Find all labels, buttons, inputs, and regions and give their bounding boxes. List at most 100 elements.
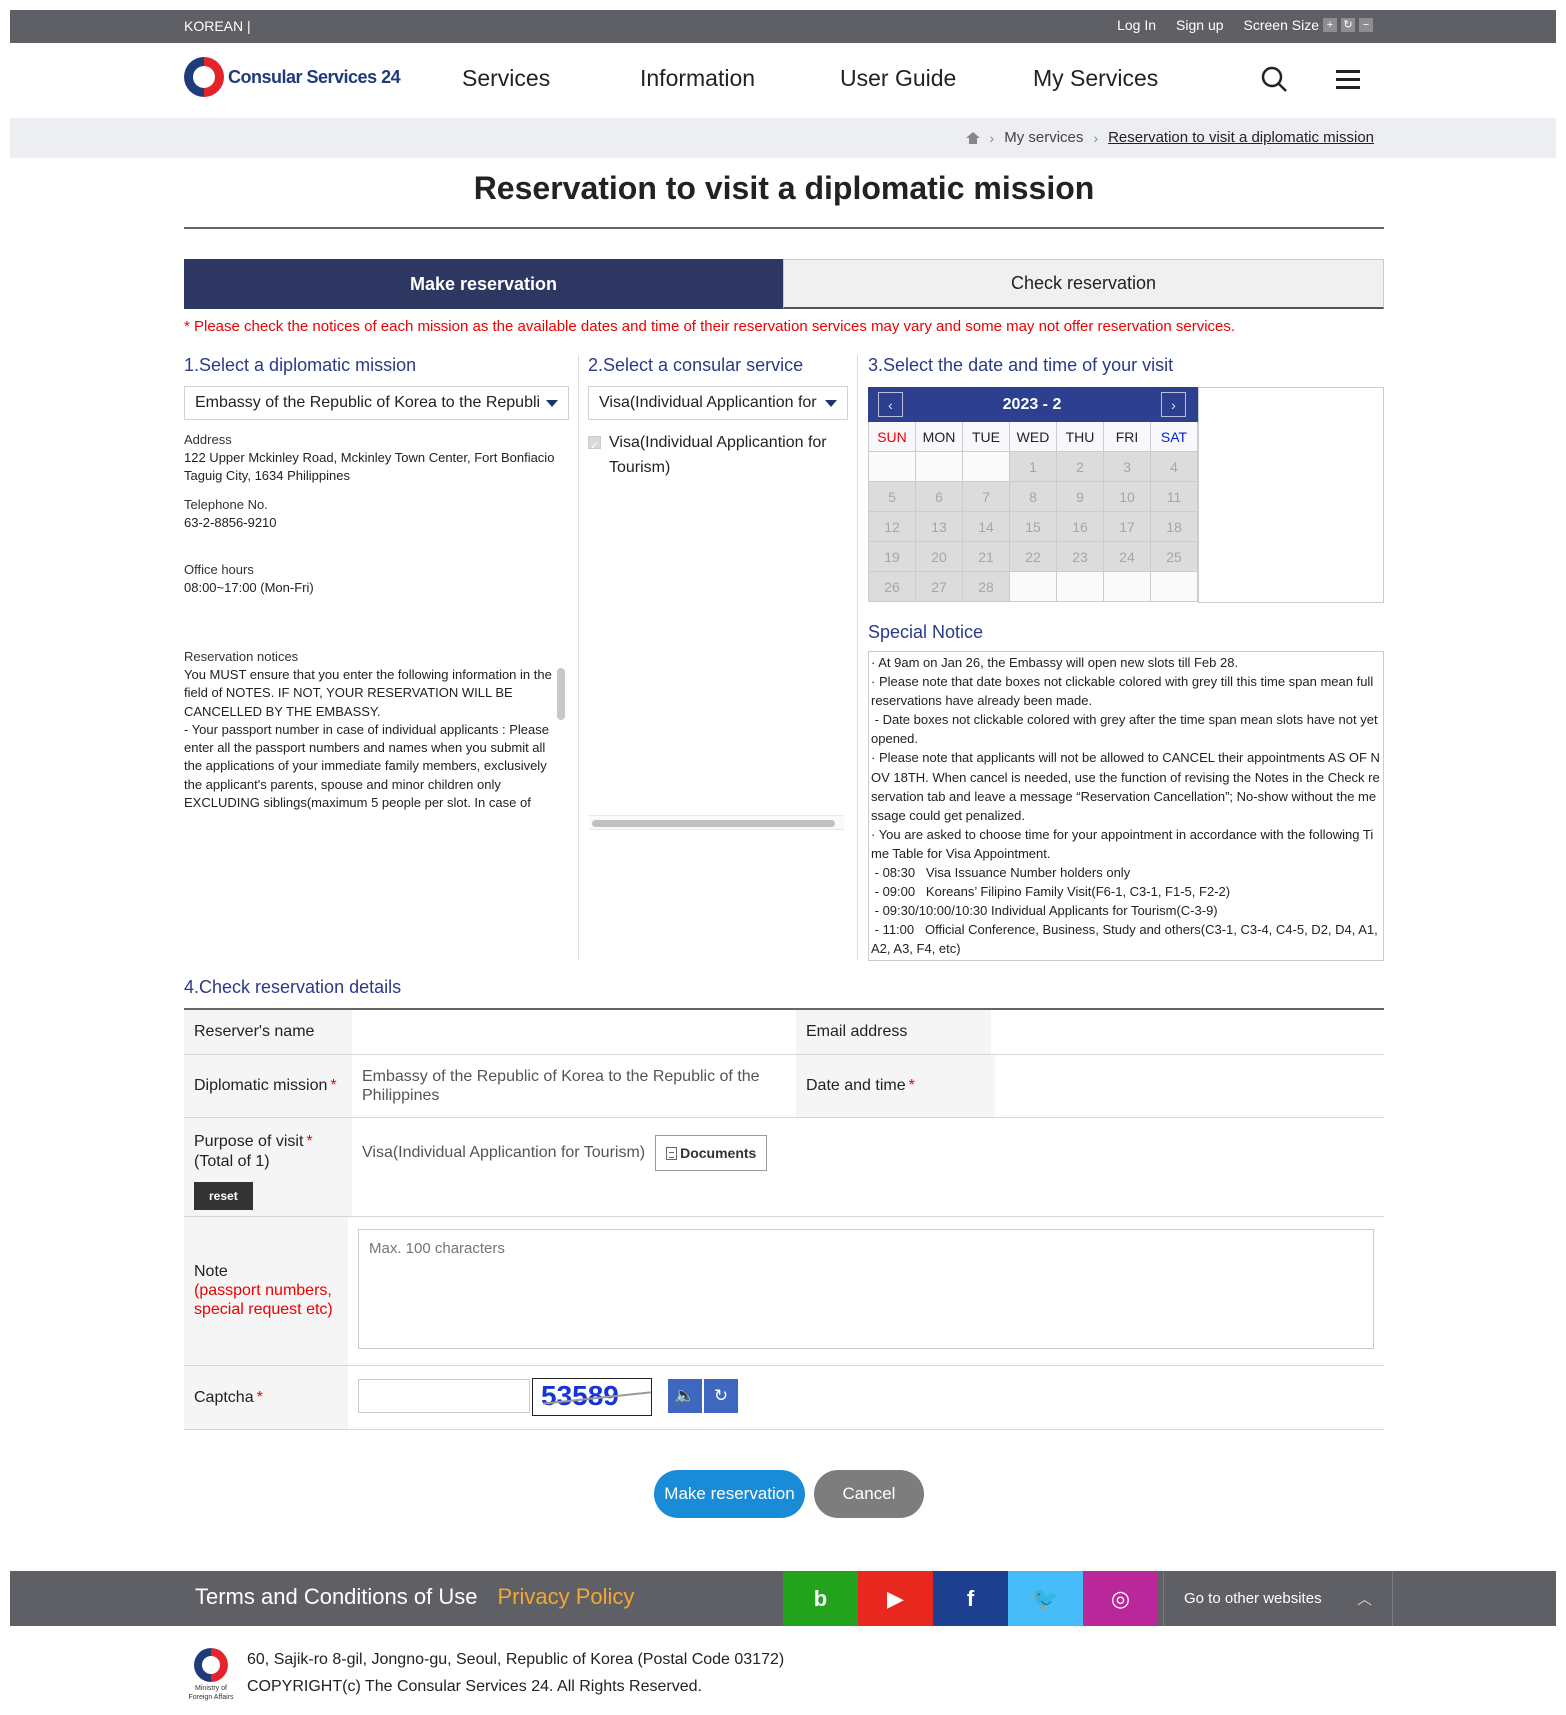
nav-user-guide[interactable]: User Guide	[840, 65, 1033, 92]
documents-button[interactable]: Documents	[655, 1135, 768, 1171]
other-websites-dropdown[interactable]: Go to other websites ︿	[1163, 1571, 1393, 1626]
search-icon[interactable]	[1260, 65, 1288, 93]
calendar-empty-cell	[963, 452, 1010, 482]
weekday-header: FRI	[1104, 422, 1151, 452]
chevron-right-icon: ›	[1093, 129, 1099, 146]
reserver-value	[352, 1010, 780, 1054]
address-label: Address	[184, 432, 232, 447]
weekday-header: TUE	[963, 422, 1010, 452]
calendar-day: 12	[869, 512, 916, 542]
special-notice-box: · At 9am on Jan 26, the Embassy will ope…	[868, 651, 1384, 961]
signup-link[interactable]: Sign up	[1176, 17, 1223, 33]
mission-row: Diplomatic mission * Embassy of the Repub…	[184, 1055, 1384, 1118]
instagram-icon[interactable]: ◎	[1083, 1571, 1158, 1626]
service-horizontal-scrollbar[interactable]	[589, 815, 844, 830]
scrollbar-thumb[interactable]	[592, 820, 835, 827]
cancel-button[interactable]: Cancel	[814, 1470, 924, 1518]
social-links: b ▶ f 🐦 ◎	[783, 1571, 1158, 1626]
captcha-refresh-button[interactable]: ↻	[704, 1379, 738, 1413]
breadcrumb: › My services › Reservation to visit a d…	[965, 129, 1374, 146]
twitter-icon[interactable]: 🐦	[1008, 1571, 1083, 1626]
terms-link[interactable]: Terms and Conditions of Use	[195, 1584, 477, 1610]
calendar-day: 5	[869, 482, 916, 512]
site-footer: Terms and Conditions of Use Privacy Poli…	[10, 1571, 1556, 1626]
reservation-tabs: Make reservation Check reservation	[184, 259, 1384, 309]
privacy-policy-link[interactable]: Privacy Policy	[497, 1584, 634, 1610]
tab-make-reservation[interactable]: Make reservation	[184, 259, 783, 309]
special-notice-line: - Date boxes not clickable colored with …	[871, 712, 1382, 747]
home-icon[interactable]	[965, 131, 980, 144]
breadcrumb-my-services[interactable]: My services	[1004, 129, 1083, 146]
notices-scrollbar[interactable]	[557, 668, 565, 720]
mission-select[interactable]: Embassy of the Republic of Korea to the …	[184, 386, 569, 420]
hamburger-menu-icon[interactable]	[1336, 70, 1360, 90]
captcha-input[interactable]	[358, 1379, 530, 1413]
chevron-right-icon: ›	[989, 129, 995, 146]
tab-check-reservation[interactable]: Check reservation	[783, 259, 1384, 309]
note-textarea[interactable]	[358, 1229, 1374, 1349]
phone-value: 63-2-8856-9210	[184, 515, 277, 530]
make-reservation-button[interactable]: Make reservation	[654, 1470, 805, 1518]
blog-icon[interactable]: b	[783, 1571, 858, 1626]
facebook-icon[interactable]: f	[933, 1571, 1008, 1626]
calendar-month-label: 2023 - 2	[1002, 395, 1062, 413]
zoom-out-button[interactable]: −	[1359, 18, 1373, 32]
email-value	[991, 1010, 1384, 1054]
calendar-day: 7	[963, 482, 1010, 512]
footer-copyright: COPYRIGHT(c) The Consular Services 24. A…	[247, 1678, 702, 1695]
note-hint: (passport numbers, special request etc)	[194, 1282, 333, 1318]
zoom-reset-button[interactable]: ↻	[1341, 18, 1355, 32]
prev-month-button[interactable]: ‹	[878, 392, 903, 417]
utility-bar: KOREAN | Log In Sign up Screen Size + ↻ …	[10, 10, 1556, 43]
special-notice-heading: Special Notice	[868, 622, 984, 642]
special-notice-line: - 11:00 Official Conference, Business, S…	[871, 922, 1381, 957]
notices-text: You MUST ensure that you enter the follo…	[184, 667, 552, 811]
purpose-value: Visa(Individual Applicantion for Tourism…	[362, 1144, 646, 1161]
screen-size-label: Screen Size	[1243, 17, 1319, 33]
other-websites-label: Go to other websites	[1184, 1590, 1322, 1607]
nav-information[interactable]: Information	[640, 65, 840, 92]
footer-info: Ministry of Foreign Affairs 60, Sajik-ro…	[185, 1648, 784, 1702]
calendar-day: 8	[1010, 482, 1057, 512]
caret-down-icon	[546, 399, 558, 407]
calendar-empty-cell	[1057, 572, 1104, 602]
reset-button[interactable]: reset	[194, 1182, 253, 1210]
calendar-day: 13	[916, 512, 963, 542]
step3-section: 3.Select the date and time of your visit…	[868, 355, 1384, 961]
taegeuk-logo-icon	[194, 1648, 228, 1682]
site-logo[interactable]: Consular Services 24	[184, 57, 401, 97]
captcha-image: 53589	[532, 1378, 652, 1416]
breadcrumb-current[interactable]: Reservation to visit a diplomatic missio…	[1108, 129, 1374, 146]
next-month-button[interactable]: ›	[1161, 392, 1186, 417]
column-divider	[857, 355, 858, 960]
note-row: Note (passport numbers, special request …	[184, 1217, 1384, 1366]
nav-services[interactable]: Services	[462, 65, 640, 92]
special-notice-line: · At 9am on Jan 26, the Embassy will ope…	[871, 655, 1239, 670]
login-link[interactable]: Log In	[1117, 17, 1156, 33]
nav-my-services[interactable]: My Services	[1033, 65, 1233, 92]
service-checkbox-item[interactable]: Visa(Individual Applicantion for Tourism…	[588, 430, 848, 480]
calendar-day: 28	[963, 572, 1010, 602]
service-select[interactable]: Visa(Individual Applicantion for Tourism…	[588, 386, 848, 420]
zoom-in-button[interactable]: +	[1323, 18, 1337, 32]
reservation-notices[interactable]: You MUST ensure that you enter the follo…	[184, 666, 569, 812]
calendar-day: 22	[1010, 542, 1057, 572]
calendar-day: 9	[1057, 482, 1104, 512]
hours-value: 08:00~17:00 (Mon-Fri)	[184, 580, 314, 595]
footer-text: 60, Sajik-ro 8-gil, Jongno-gu, Seoul, Re…	[247, 1646, 784, 1702]
screen-size-control: Screen Size + ↻ −	[1244, 17, 1373, 33]
datetime-label: Date and time *	[796, 1055, 995, 1117]
step1-heading: 1.Select a diplomatic mission	[184, 355, 417, 375]
document-icon	[666, 1146, 678, 1160]
step3-heading: 3.Select the date and time of your visit	[868, 355, 1174, 375]
special-notice-line: - 09:30/10:00/10:30 Individual Applicant…	[871, 903, 1218, 919]
calendar-day: 11	[1151, 482, 1198, 512]
captcha-audio-button[interactable]: 🔈	[668, 1379, 702, 1413]
captcha-label: Captcha *	[184, 1366, 348, 1429]
language-link[interactable]: KOREAN |	[184, 18, 251, 34]
youtube-icon[interactable]: ▶	[858, 1571, 933, 1626]
checkbox-checked-icon[interactable]	[588, 434, 601, 459]
calendar-day: 6	[916, 482, 963, 512]
calendar-empty-cell	[1010, 572, 1057, 602]
calendar: ‹ 2023 - 2 › SUN MON TUE WED THU FRI SAT 1 2 3 4 5 6…	[868, 387, 1198, 603]
